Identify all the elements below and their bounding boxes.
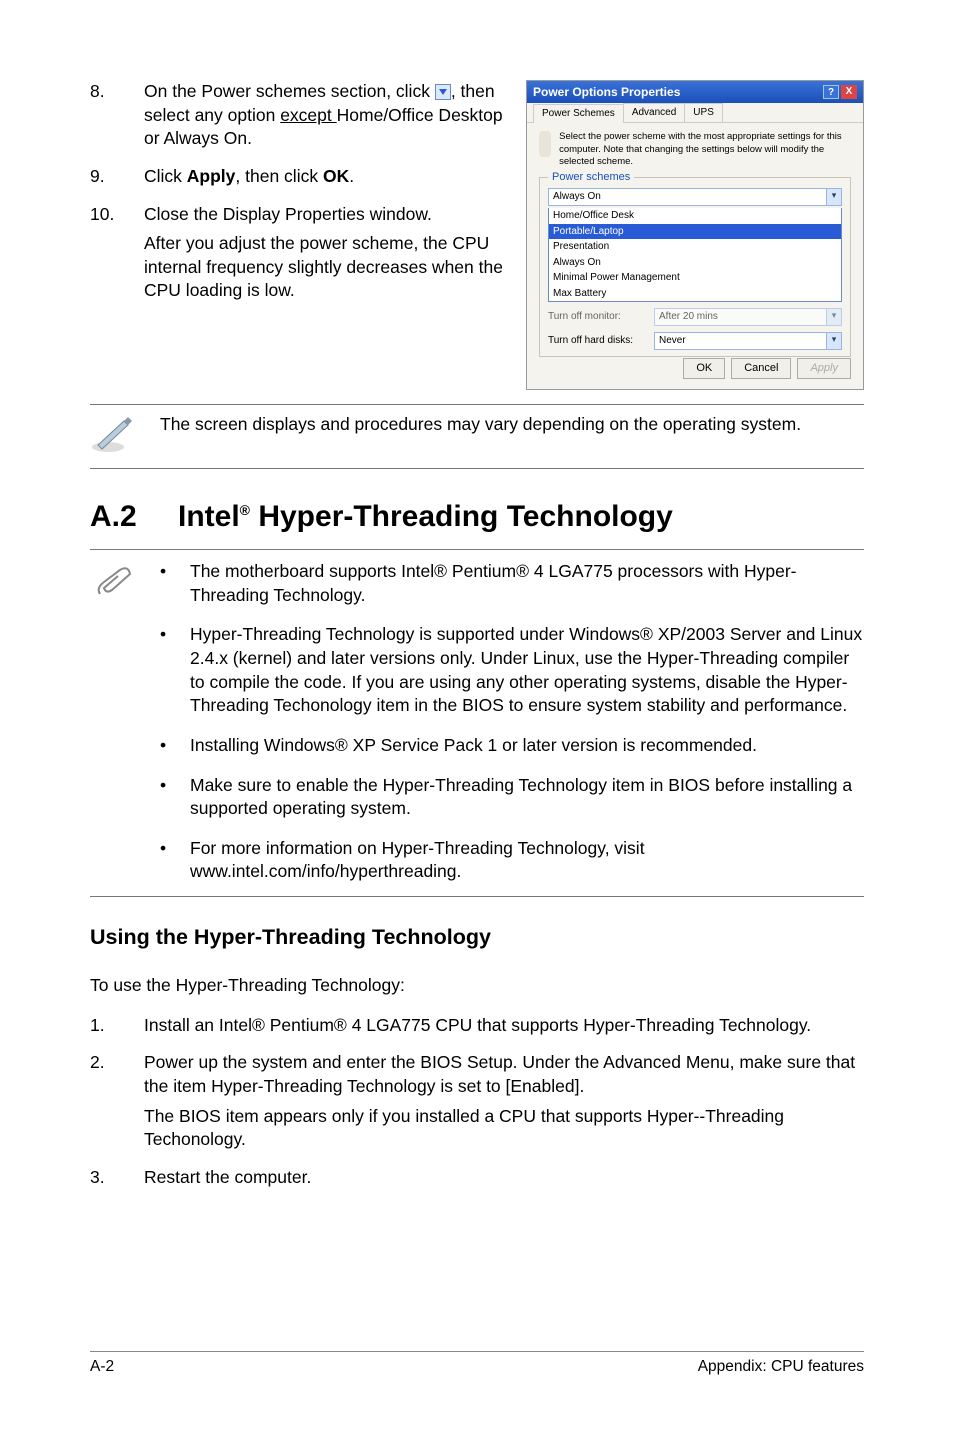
power-schemes-group: Power schemes Always On ▾ Home/Office De… [539, 177, 851, 357]
tab-ups[interactable]: UPS [684, 103, 723, 122]
v: Never [659, 334, 686, 348]
t: except [280, 105, 336, 125]
t: Click [144, 166, 187, 186]
list-item[interactable]: Presentation [549, 239, 841, 255]
footer-rule [90, 1351, 864, 1352]
tip-callout: • The motherboard supports Intel® Pentium… [90, 549, 864, 897]
step-num: 9. [90, 165, 120, 195]
combo-value: Always On [553, 190, 601, 204]
step-body: Restart the computer. [144, 1166, 864, 1196]
intro-para: To use the Hyper-Threading Technology: [90, 974, 864, 998]
section-title: Intel® Hyper-Threading Technology [178, 497, 673, 538]
bottom-steps: 1. Install an Intel® Pentium® 4 LGA775 C… [90, 1014, 864, 1196]
v: After 20 mins [659, 310, 718, 324]
tip-item: The motherboard supports Intel® Pentium®… [190, 560, 864, 607]
dialog-titlebar: Power Options Properties ? X [527, 81, 863, 103]
close-button[interactable]: X [841, 85, 857, 99]
step-body: Install an Intel® Pentium® 4 LGA775 CPU … [144, 1014, 864, 1044]
bullet: • [160, 560, 172, 607]
group-title: Power schemes [548, 170, 634, 185]
cancel-button[interactable]: Cancel [731, 358, 791, 379]
step-num: 8. [90, 80, 120, 157]
tab-power-schemes[interactable]: Power Schemes [533, 104, 624, 123]
tip-item: Installing Windows® XP Service Pack 1 or… [190, 734, 757, 758]
tip-item: Make sure to enable the Hyper-Threading … [190, 774, 864, 821]
t: On the Power schemes section, click [144, 81, 435, 101]
chevron-down-icon[interactable]: ▾ [826, 309, 841, 325]
step-body: On the Power schemes section, click , th… [144, 80, 508, 157]
note-text: The screen displays and procedures may v… [160, 413, 801, 437]
dialog-desc: Select the power scheme with the most ap… [559, 131, 851, 169]
subheading: Using the Hyper-Threading Technology [90, 923, 864, 952]
bullet: • [160, 837, 172, 884]
step-body: Close the Display Properties window. Aft… [144, 203, 508, 310]
section-heading: A.2 Intel® Hyper-Threading Technology [90, 497, 864, 538]
list-item[interactable]: Always On [549, 255, 841, 271]
monitor-label: Turn off monitor: [548, 310, 648, 324]
page-num: A-2 [90, 1357, 114, 1378]
battery-icon [539, 131, 551, 157]
help-button[interactable]: ? [823, 85, 839, 99]
page-footer: A-2 Appendix: CPU features [90, 1357, 864, 1378]
pencil-note-icon [90, 413, 140, 460]
list-item[interactable]: Home/Office Desk [549, 208, 841, 224]
hdd-select[interactable]: Never ▾ [654, 332, 842, 350]
chevron-down-icon[interactable]: ▾ [826, 333, 841, 349]
step-extra: After you adjust the power scheme, the C… [144, 232, 508, 303]
step-num: 2. [90, 1051, 120, 1158]
hdd-label: Turn off hard disks: [548, 334, 648, 348]
t: Close the Display Properties window. [144, 204, 432, 224]
list-item[interactable]: Portable/Laptop [549, 224, 841, 240]
step-num: 1. [90, 1014, 120, 1044]
bullet: • [160, 734, 172, 758]
tab-advanced[interactable]: Advanced [623, 103, 685, 122]
bullet: • [160, 774, 172, 821]
tip-item: For more information on Hyper-Threading … [190, 837, 864, 884]
step-num: 3. [90, 1166, 120, 1196]
section-num: A.2 [90, 497, 154, 538]
note-callout: The screen displays and procedures may v… [90, 404, 864, 469]
tip-item: Hyper-Threading Technology is supported … [190, 623, 864, 718]
tip-list: • The motherboard supports Intel® Pentium… [160, 560, 864, 884]
t: Apply [187, 166, 236, 186]
monitor-select[interactable]: After 20 mins ▾ [654, 308, 842, 326]
power-scheme-combo[interactable]: Always On ▾ [548, 188, 842, 206]
t: , then click [235, 166, 323, 186]
chevron-down-icon[interactable]: ▾ [826, 189, 841, 205]
bullet: • [160, 623, 172, 718]
dropdown-icon[interactable] [435, 84, 451, 100]
dialog-title: Power Options Properties [533, 84, 680, 100]
t: OK [323, 166, 349, 186]
list-item[interactable]: Max Battery [549, 286, 841, 302]
step-body: Click Apply, then click OK. [144, 165, 508, 195]
top-steps: 8. On the Power schemes section, click ,… [90, 80, 508, 390]
step-num: 10. [90, 203, 120, 310]
footer-title: Appendix: CPU features [698, 1357, 864, 1378]
t: . [349, 166, 354, 186]
power-scheme-list[interactable]: Home/Office Desk Portable/Laptop Present… [548, 208, 842, 302]
step-body: Power up the system and enter the BIOS S… [144, 1051, 864, 1158]
paperclip-tip-icon [90, 560, 140, 613]
power-options-dialog: Power Options Properties ? X Power Schem… [526, 80, 864, 390]
ok-button[interactable]: OK [683, 358, 725, 379]
list-item[interactable]: Minimal Power Management [549, 270, 841, 286]
apply-button[interactable]: Apply [797, 358, 851, 379]
